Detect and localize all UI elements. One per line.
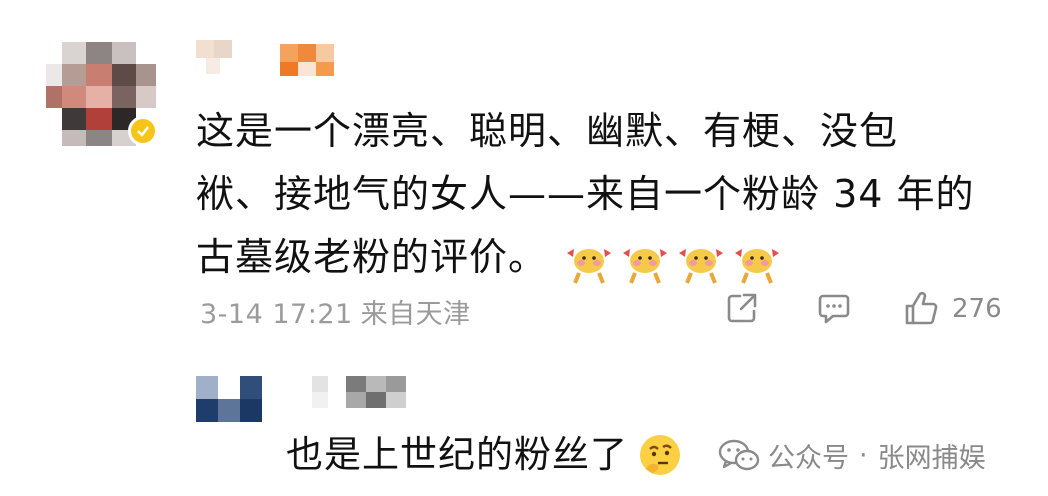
comment-meta: 3-14 17:21 来自天津 bbox=[200, 292, 471, 331]
comment-line-3: 古墓级老粉的评价。 bbox=[196, 226, 1016, 291]
verified-badge-icon bbox=[128, 116, 158, 146]
commenter-name[interactable] bbox=[196, 40, 346, 76]
thumbs-up-icon bbox=[905, 291, 938, 325]
comment-timestamp: 3-14 17:21 bbox=[200, 299, 353, 330]
reply-body: 也是上世纪的粉丝了 bbox=[286, 430, 684, 480]
reply-avatar[interactable] bbox=[196, 376, 262, 422]
comment-body: 这是一个漂亮、聪明、幽默、有梗、没包 袱、接地气的女人——来自一个粉龄 34 年… bbox=[196, 100, 1016, 291]
emoji-row bbox=[561, 228, 785, 291]
dancing-hamster-emoji-icon bbox=[735, 248, 780, 284]
wechat-icon bbox=[718, 439, 760, 470]
weibo-comment-screenshot: 这是一个漂亮、聪明、幽默、有梗、没包 袱、接地气的女人——来自一个粉龄 34 年… bbox=[0, 0, 1048, 496]
like-button[interactable]: 276 bbox=[902, 290, 1002, 328]
like-count: 276 bbox=[952, 294, 1002, 324]
watermark-author: 张网捕娱 bbox=[877, 443, 986, 474]
comment-line-1: 这是一个漂亮、聪明、幽默、有梗、没包 bbox=[196, 109, 899, 153]
dancing-hamster-emoji-icon bbox=[567, 248, 612, 284]
share-icon bbox=[727, 293, 757, 323]
reply-name[interactable] bbox=[312, 376, 412, 408]
share-button[interactable] bbox=[724, 290, 760, 326]
comment-bubble-icon bbox=[818, 294, 850, 324]
comment-location: 来自天津 bbox=[360, 299, 471, 330]
watermark: 公众号 · 张网捕娱 bbox=[718, 436, 986, 475]
comment-line-2: 袱、接地气的女人——来自一个粉龄 34 年的 bbox=[196, 172, 975, 216]
watermark-source: 公众号 bbox=[768, 443, 849, 474]
reply-text: 也是上世纪的粉丝了 bbox=[286, 433, 628, 476]
dancing-hamster-emoji-icon bbox=[679, 248, 724, 284]
comment-line-3-text: 古墓级老粉的评价。 bbox=[196, 235, 548, 279]
thinking-face-emoji-icon bbox=[640, 435, 680, 475]
comment-button[interactable] bbox=[816, 290, 852, 326]
watermark-separator: · bbox=[859, 440, 868, 471]
dancing-hamster-emoji-icon bbox=[623, 248, 668, 284]
